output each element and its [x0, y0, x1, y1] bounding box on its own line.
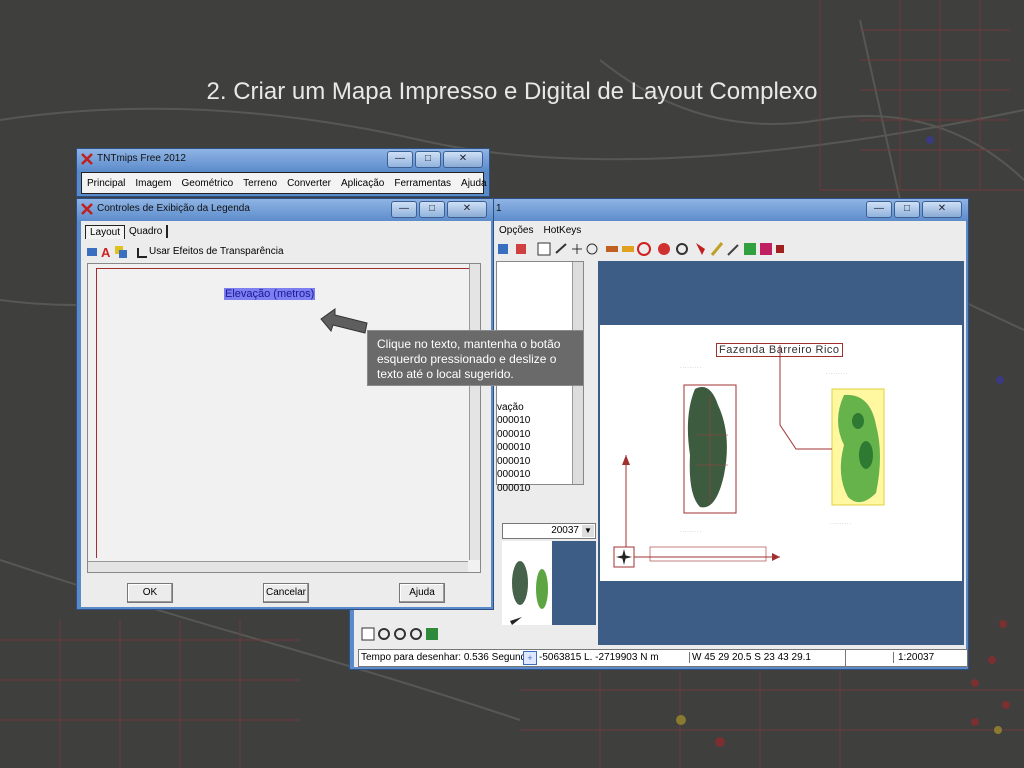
status-coords: -5063815 L. -2719903 N m	[539, 652, 659, 663]
list-item[interactable]: 000010	[497, 482, 530, 496]
layout-window-title: 1	[496, 203, 502, 214]
map-page: Fazenda Barreiro Rico · · · · · · · · · …	[600, 325, 962, 581]
menu-hotkeys[interactable]: HotKeys	[538, 225, 586, 236]
svg-text:· · · · · · · · ·: · · · · · · · · ·	[826, 371, 847, 376]
svg-text:A: A	[101, 245, 111, 260]
status-latlon: W 45 29 20.5 S 23 43 29.1	[689, 652, 811, 663]
legend-dialog-title: Controles de Exibição da Legenda	[97, 203, 250, 214]
list-item[interactable]: 000010	[497, 455, 530, 469]
crosshair-icon: +	[523, 651, 537, 665]
zoom-toolbar[interactable]	[360, 626, 440, 642]
scale-combo-value: 20037	[551, 525, 579, 536]
scale-combo[interactable]: 20037 ▼	[502, 523, 596, 539]
layout-toolbar	[496, 241, 936, 257]
ok-button[interactable]: OK	[127, 583, 173, 603]
legend-close-button[interactable]: ✕	[447, 201, 487, 218]
tntmips-title: TNTmips Free 2012	[97, 153, 186, 164]
horizontal-scrollbar[interactable]	[88, 561, 468, 572]
maximize-button[interactable]: □	[415, 151, 441, 168]
layout-minimize-button[interactable]: —	[866, 201, 892, 218]
legend-dialog: Controles de Exibição da Legenda — □ ✕ L…	[76, 198, 494, 610]
menu-aplicacao[interactable]: Aplicação	[336, 178, 389, 189]
vertical-scrollbar[interactable]	[469, 264, 480, 560]
help-button[interactable]: Ajuda	[399, 583, 445, 603]
drag-arrow-icon	[320, 308, 368, 334]
status-bar: Tempo para desenhar: 0.536 Segundos + -5…	[358, 649, 968, 667]
list-item[interactable]: 000010	[497, 441, 530, 455]
legend-canvas[interactable]: Elevação (metros)	[87, 263, 481, 573]
menu-terreno[interactable]: Terreno	[238, 178, 282, 189]
list-item[interactable]: 000010	[497, 414, 530, 428]
minimize-button[interactable]: —	[387, 151, 413, 168]
map-canvas[interactable]: Fazenda Barreiro Rico · · · · · · · · · …	[598, 261, 964, 645]
legend-text[interactable]: Elevação (metros)	[224, 288, 316, 300]
map-graphics: · · · · · · · · · · · · · · · · · · · · ·…	[613, 345, 885, 568]
layout-menubar: Opções HotKeys	[494, 222, 960, 238]
tntmips-titlebar[interactable]: TNTmips Free 2012 — □ ✕	[77, 149, 489, 171]
tntmips-window: TNTmips Free 2012 — □ ✕ Principal Imagem…	[76, 148, 490, 197]
transparency-checkbox[interactable]	[137, 248, 147, 258]
menu-ferramentas[interactable]: Ferramentas	[389, 178, 456, 189]
legend-toolbar-icons[interactable]: A	[85, 244, 137, 260]
layout-maximize-button[interactable]: □	[894, 201, 920, 218]
legend-maximize-button[interactable]: □	[419, 201, 445, 218]
instruction-callout: Clique no texto, mantenha o botão esquer…	[367, 330, 584, 386]
list-item[interactable]: 000010	[497, 428, 530, 442]
list-item[interactable]: 000010	[497, 468, 530, 482]
transparency-label: Usar Efeitos de Transparência	[149, 246, 284, 257]
chevron-down-icon[interactable]: ▼	[582, 525, 594, 537]
cancel-button[interactable]: Cancelar	[263, 583, 309, 603]
slide-title: 2. Criar um Mapa Impresso e Digital de L…	[206, 78, 818, 105]
menu-ajuda[interactable]: Ajuda	[456, 178, 492, 189]
tab-quadro[interactable]: Quadro	[125, 225, 169, 238]
status-scale: 1:20037	[893, 652, 934, 663]
tntmips-menubar: Principal Imagem Geométrico Terreno Conv…	[81, 172, 487, 194]
layout-close-button[interactable]: ✕	[922, 201, 962, 218]
svg-text:· · · · · · · · ·: · · · · · · · · ·	[830, 521, 851, 526]
legend-minimize-button[interactable]: —	[391, 201, 417, 218]
svg-text:· · · · · · · · ·: · · · · · · · · ·	[680, 529, 701, 534]
status-draw-time: Tempo para desenhar: 0.536 Segundos	[361, 652, 537, 663]
menu-converter[interactable]: Converter	[282, 178, 336, 189]
preview-panel[interactable]	[502, 541, 596, 625]
preview-map-icon	[510, 561, 548, 625]
menu-opcoes[interactable]: Opções	[494, 225, 538, 236]
tntmips-logo-icon	[81, 203, 93, 215]
tntmips-logo-icon	[81, 153, 93, 165]
list-header: vação	[497, 402, 524, 413]
layout-toolbar-icons[interactable]	[496, 241, 936, 257]
legend-client: Layout Quadro A Usar Efeitos de Transpar…	[81, 221, 491, 607]
tab-layout[interactable]: Layout	[85, 225, 126, 239]
legend-titlebar[interactable]: Controles de Exibição da Legenda — □ ✕	[77, 199, 493, 221]
svg-text:· · · · · · · · ·: · · · · · · · · ·	[680, 365, 701, 370]
close-button[interactable]: ✕	[443, 151, 483, 168]
menu-geometrico[interactable]: Geométrico	[176, 178, 238, 189]
menu-imagem[interactable]: Imagem	[130, 178, 176, 189]
menu-principal[interactable]: Principal	[82, 178, 130, 189]
